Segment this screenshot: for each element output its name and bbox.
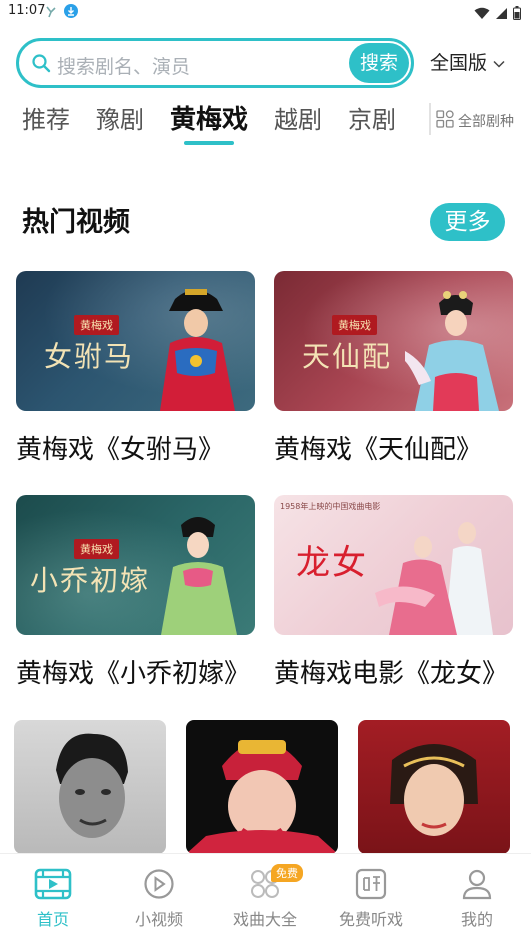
section-title: 热门视频 — [22, 200, 130, 239]
video-card[interactable]: 1958年上映的中国戏曲电影 龙女 黄梅戏电影《龙女》 — [274, 495, 513, 690]
video-title[interactable]: 黄梅戏《天仙配》 — [274, 429, 513, 466]
video-title[interactable]: 黄梅戏《女驸马》 — [16, 429, 255, 466]
tab-yueju[interactable]: 越剧 — [274, 100, 322, 140]
status-time: 11:07 — [8, 3, 46, 18]
performer-figure — [160, 289, 235, 411]
video-card[interactable]: 黄梅戏 女驸马 黄梅戏《女驸马》 — [16, 271, 255, 466]
status-system-icons — [474, 5, 521, 24]
actor-card[interactable] — [186, 720, 338, 854]
download-icon — [64, 4, 78, 18]
genre-badge: 黄梅戏 — [74, 315, 119, 335]
app-notification-icon — [44, 4, 58, 18]
video-thumbnail[interactable]: 1958年上映的中国戏曲电影 龙女 — [274, 495, 513, 635]
actor-photo — [186, 740, 338, 854]
nav-opera-collection-label: 戏曲大全 — [232, 910, 297, 929]
bottom-navigation: 首页 小视频 免费 戏曲大全 免费听戏 我的 — [0, 853, 531, 944]
play-circle-icon — [140, 868, 178, 900]
nav-free-listen-label: 免费听戏 — [338, 910, 403, 929]
nav-profile[interactable]: 我的 — [427, 868, 527, 930]
performer-figure — [375, 522, 493, 635]
search-input[interactable]: 搜索剧名、演员 — [57, 52, 190, 79]
all-types-label: 全部剧种 — [458, 114, 514, 130]
film-icon — [34, 868, 72, 900]
grid-icon — [436, 110, 454, 132]
nav-short-video[interactable]: 小视频 — [109, 868, 209, 930]
nav-profile-label: 我的 — [460, 910, 493, 929]
tab-huangmeixi[interactable]: 黄梅戏 — [170, 100, 248, 145]
nav-short-video-label: 小视频 — [134, 910, 183, 929]
wifi-icon — [474, 5, 490, 24]
battery-icon — [513, 5, 521, 24]
status-notification-icons — [44, 4, 78, 18]
video-art-text: 小乔初嫁 — [30, 564, 151, 597]
tab-yuju[interactable]: 豫剧 — [96, 100, 144, 140]
actor-photo — [390, 744, 478, 836]
region-selector[interactable]: 全国版 — [430, 48, 505, 75]
chevron-down-icon — [493, 51, 505, 73]
performer-figure — [405, 291, 499, 411]
actor-photo — [56, 733, 128, 838]
search-bar[interactable]: 搜索剧名、演员 搜索 — [16, 38, 414, 88]
more-button[interactable]: 更多 — [430, 203, 505, 241]
video-art-text: 龙女 — [296, 543, 368, 583]
genre-badge: 黄梅戏 — [332, 315, 377, 335]
listen-icon — [352, 868, 390, 900]
signal-icon — [495, 5, 508, 24]
region-label: 全国版 — [430, 52, 488, 74]
nav-home-label: 首页 — [36, 910, 69, 929]
tab-jingju[interactable]: 京剧 — [348, 100, 396, 140]
search-button[interactable]: 搜索 — [349, 43, 409, 83]
actor-card[interactable] — [14, 720, 166, 854]
search-icon — [31, 53, 51, 73]
video-card[interactable]: 黄梅戏 天仙配 黄梅戏《天仙配》 — [274, 271, 513, 466]
free-badge: 免费 — [271, 864, 303, 882]
video-caption: 1958年上映的中国戏曲电影 — [280, 502, 381, 511]
genre-tabs: 推荐 豫剧 黄梅戏 越剧 京剧 — [22, 100, 422, 146]
performer-figure — [161, 517, 237, 635]
video-thumbnail[interactable]: 黄梅戏 女驸马 — [16, 271, 255, 411]
genre-badge: 黄梅戏 — [74, 539, 119, 559]
nav-free-listen[interactable]: 免费听戏 — [321, 868, 421, 930]
status-bar: 11:07 — [0, 0, 531, 24]
video-thumbnail[interactable]: 黄梅戏 小乔初嫁 — [16, 495, 255, 635]
video-title[interactable]: 黄梅戏《小乔初嫁》 — [16, 653, 255, 690]
video-art-text: 女驸马 — [44, 340, 135, 373]
nav-home[interactable]: 首页 — [3, 868, 103, 930]
video-thumbnail[interactable]: 黄梅戏 天仙配 — [274, 271, 513, 411]
video-card[interactable]: 黄梅戏 小乔初嫁 黄梅戏《小乔初嫁》 — [16, 495, 255, 690]
nav-opera-collection[interactable]: 免费 戏曲大全 — [215, 864, 315, 930]
video-art-text: 天仙配 — [302, 340, 393, 373]
tabs-divider — [429, 103, 431, 135]
user-icon — [458, 868, 496, 900]
actor-card[interactable] — [358, 720, 510, 854]
app-screen: 11:07 搜索剧名、演员 搜索 全国版 推荐 豫剧 黄梅戏 越剧 京剧 全部剧… — [0, 0, 531, 944]
tab-recommend[interactable]: 推荐 — [22, 100, 70, 140]
all-types-button[interactable]: 全部剧种 — [436, 110, 514, 132]
section-title-text: 热门视频 — [22, 207, 130, 238]
video-title[interactable]: 黄梅戏电影《龙女》 — [274, 653, 513, 690]
